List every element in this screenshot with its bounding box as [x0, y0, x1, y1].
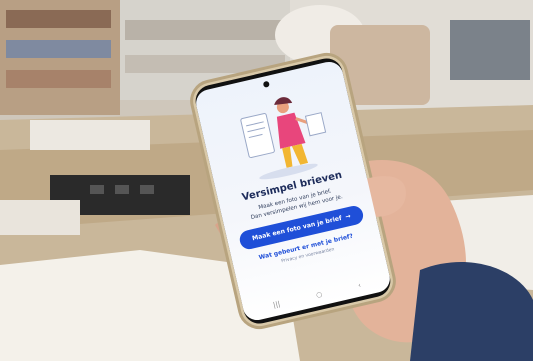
back-icon[interactable]: ‹: [357, 281, 362, 289]
recent-apps-icon[interactable]: |||: [272, 300, 281, 309]
arrow-right-icon: →: [344, 212, 352, 221]
front-camera: [262, 80, 270, 88]
home-icon[interactable]: ○: [315, 290, 323, 299]
photo-scene: Versimpel brieven Maak een foto van je b…: [0, 0, 533, 361]
